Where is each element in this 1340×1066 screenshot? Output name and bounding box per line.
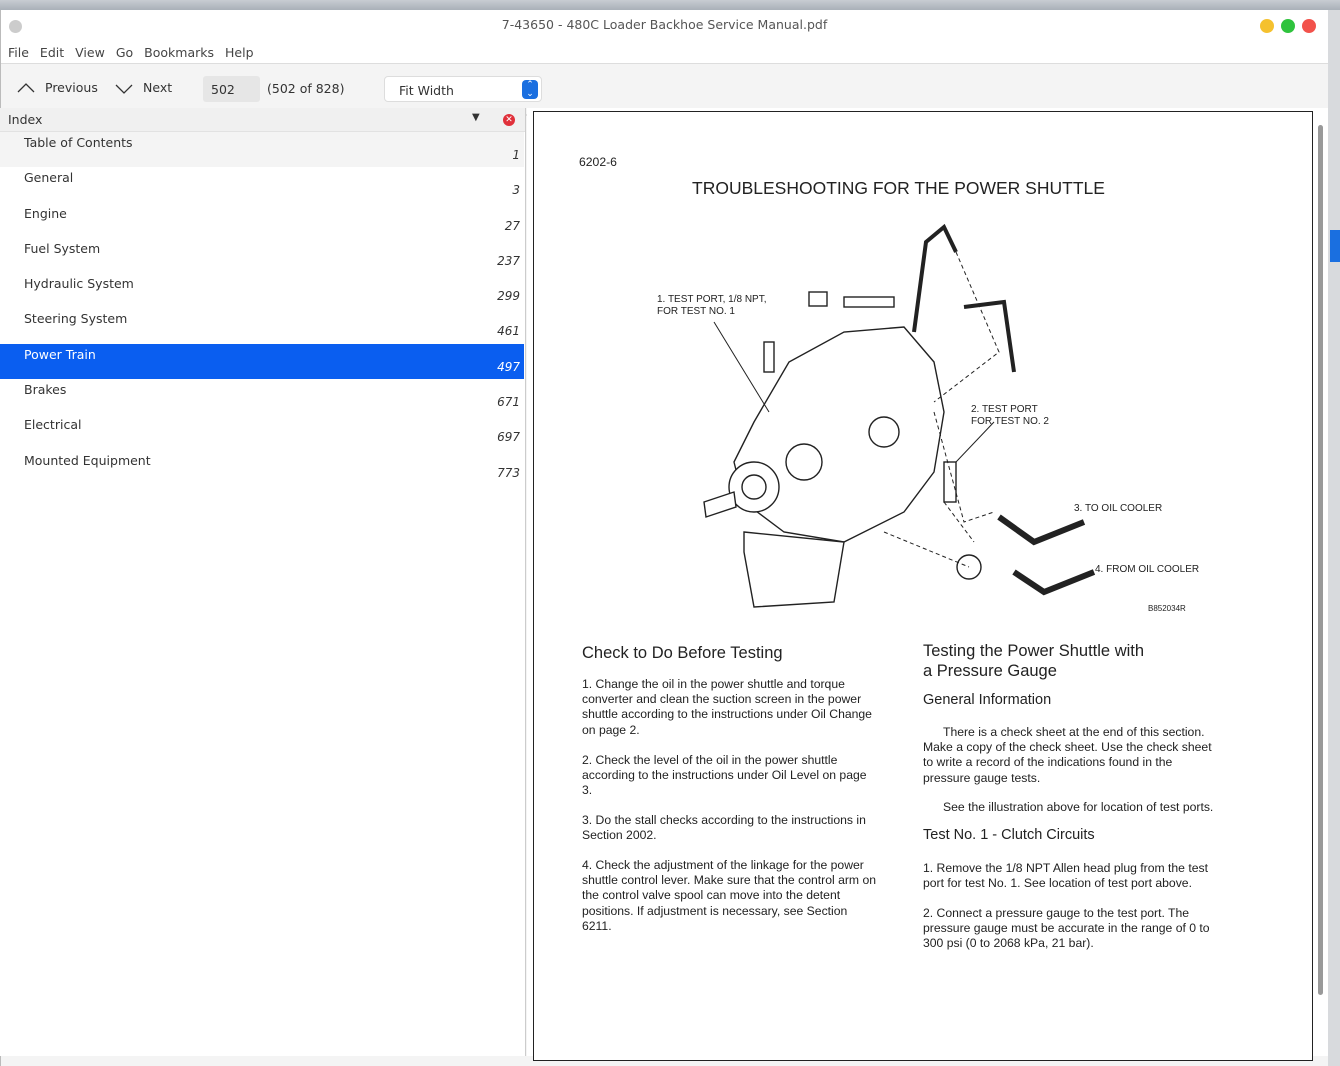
close-button[interactable] xyxy=(1302,19,1316,33)
vertical-scrollbar[interactable] xyxy=(1318,125,1323,995)
figure-code: B852034R xyxy=(1148,604,1186,613)
sidebar-item-page: 27 xyxy=(504,218,520,233)
page-number-input[interactable]: 502 xyxy=(203,76,260,102)
dropdown-icon[interactable]: ▼ xyxy=(472,112,480,123)
sidebar-item-label: Brakes xyxy=(24,382,67,398)
sidebar-title: Index xyxy=(8,112,43,127)
left-heading: Check to Do Before Testing xyxy=(582,644,783,662)
minimize-button[interactable] xyxy=(1260,19,1274,33)
callout-2-line1: 2. TEST PORT xyxy=(971,404,1038,415)
sidebar-item-power-train[interactable]: Power Train 497 xyxy=(0,343,524,380)
menu-bookmarks[interactable]: Bookmarks xyxy=(144,45,214,60)
sidebar-item-label: Fuel System xyxy=(24,240,101,256)
zoom-select[interactable]: Fit Width ⌃ ⌄ xyxy=(384,76,542,102)
sidebar-item-page: 697 xyxy=(497,430,520,445)
power-shuttle-illustration xyxy=(703,223,1096,608)
document-view: 6202-6 TROUBLESHOOTING FOR THE POWER SHU… xyxy=(527,108,1328,1061)
left-para-1: 1. Change the oil in the power shuttle a… xyxy=(582,677,872,737)
callout-1-line2: FOR TEST NO. 1 xyxy=(657,306,735,317)
menu-bar: File Edit View Go Bookmarks Help xyxy=(1,42,1328,64)
sidebar-item-brakes[interactable]: Brakes 671 xyxy=(0,379,524,414)
desktop-window-edge xyxy=(1330,230,1340,262)
zoom-value: Fit Width xyxy=(399,83,454,98)
sidebar-item-page: 3 xyxy=(512,183,520,198)
right-para-3: 1. Remove the 1/8 NPT Allen head plug fr… xyxy=(923,861,1208,891)
page-count: (502 of 828) xyxy=(267,81,345,96)
test-1-heading: Test No. 1 - Clutch Circuits xyxy=(923,827,1095,843)
sidebar-item-label: Hydraulic System xyxy=(24,276,134,292)
menu-help[interactable]: Help xyxy=(225,45,254,60)
sidebar-item-label: Mounted Equipment xyxy=(24,452,151,468)
sidebar-item-page: 773 xyxy=(497,465,520,480)
sidebar-item-page: 671 xyxy=(497,395,520,410)
sidebar-item-page: 299 xyxy=(497,289,520,304)
right-para-2: See the illustration above for location … xyxy=(943,800,1214,814)
select-arrows-icon: ⌃ ⌄ xyxy=(522,80,538,99)
callout-4: 4. FROM OIL COOLER xyxy=(1095,564,1200,575)
sidebar-item-mounted-equipment[interactable]: Mounted Equipment 773 xyxy=(0,450,524,485)
menu-edit[interactable]: Edit xyxy=(40,45,64,60)
desktop-taskbar xyxy=(0,0,1340,10)
pdf-page: 6202-6 TROUBLESHOOTING FOR THE POWER SHU… xyxy=(533,111,1313,1061)
left-para-4: 4. Check the adjustment of the linkage f… xyxy=(582,858,876,933)
sidebar: Index ▼ ✕ Table of Contents 1 General 3 Engi… xyxy=(0,108,526,1056)
sidebar-item-engine[interactable]: Engine 27 xyxy=(0,203,524,238)
sidebar-item-label: General xyxy=(24,170,74,186)
callout-1-line1: 1. TEST PORT, 1/8 NPT, xyxy=(657,294,767,305)
chevron-down-icon xyxy=(115,84,133,94)
left-para-2: 2. Check the level of the oil in the pow… xyxy=(582,753,867,798)
sidebar-item-general[interactable]: General 3 xyxy=(0,167,524,202)
sidebar-item-hydraulic-system[interactable]: Hydraulic System 299 xyxy=(0,273,524,308)
sidebar-item-label: Power Train xyxy=(24,346,96,362)
sidebar-item-electrical[interactable]: Electrical 697 xyxy=(0,414,524,449)
sidebar-item-label: Steering System xyxy=(24,311,128,327)
sidebar-item-label: Table of Contents xyxy=(24,135,133,150)
sidebar-item-table-of-contents[interactable]: Table of Contents 1 xyxy=(0,132,524,168)
close-sidebar-icon[interactable]: ✕ xyxy=(503,114,515,126)
sidebar-item-page: 461 xyxy=(497,324,520,339)
sidebar-item-page: 1 xyxy=(512,148,520,162)
sidebar-item-label: Engine xyxy=(24,205,67,221)
sidebar-header: Index ▼ ✕ xyxy=(0,108,525,132)
title-bar: 7-43650 - 480C Loader Backhoe Service Ma… xyxy=(1,10,1328,42)
right-heading: Testing the Power Shuttle with a Pressur… xyxy=(923,642,1145,680)
callout-2-line2: FOR TEST NO. 2 xyxy=(971,416,1049,427)
sidebar-item-label: Electrical xyxy=(24,417,82,433)
sidebar-item-fuel-system[interactable]: Fuel System 237 xyxy=(0,238,524,273)
next-button[interactable]: Next xyxy=(115,80,172,95)
sidebar-item-steering-system[interactable]: Steering System 461 xyxy=(0,308,524,343)
callout-3: 3. TO OIL COOLER xyxy=(1074,503,1163,514)
next-label: Next xyxy=(143,80,173,95)
sidebar-item-page: 497 xyxy=(497,359,520,374)
right-para-4: 2. Connect a pressure gauge to the test … xyxy=(923,906,1210,951)
right-para-1: There is a check sheet at the end of thi… xyxy=(923,725,1212,785)
general-info-heading: General Information xyxy=(923,692,1052,708)
menu-file[interactable]: File xyxy=(8,45,29,60)
sidebar-item-page: 237 xyxy=(497,253,520,268)
chevron-up-icon xyxy=(17,82,35,92)
menu-view[interactable]: View xyxy=(75,45,105,60)
left-para-3: 3. Do the stall checks according to the … xyxy=(582,813,866,843)
page-code: 6202-6 xyxy=(579,155,617,169)
previous-label: Previous xyxy=(45,80,98,95)
menu-go[interactable]: Go xyxy=(116,45,133,60)
maximize-button[interactable] xyxy=(1281,19,1295,33)
previous-button[interactable]: Previous xyxy=(17,80,98,95)
desktop-background xyxy=(1328,10,1340,1066)
window-title: 7-43650 - 480C Loader Backhoe Service Ma… xyxy=(501,17,828,32)
page-title: TROUBLESHOOTING FOR THE POWER SHUTTLE xyxy=(692,178,1105,198)
